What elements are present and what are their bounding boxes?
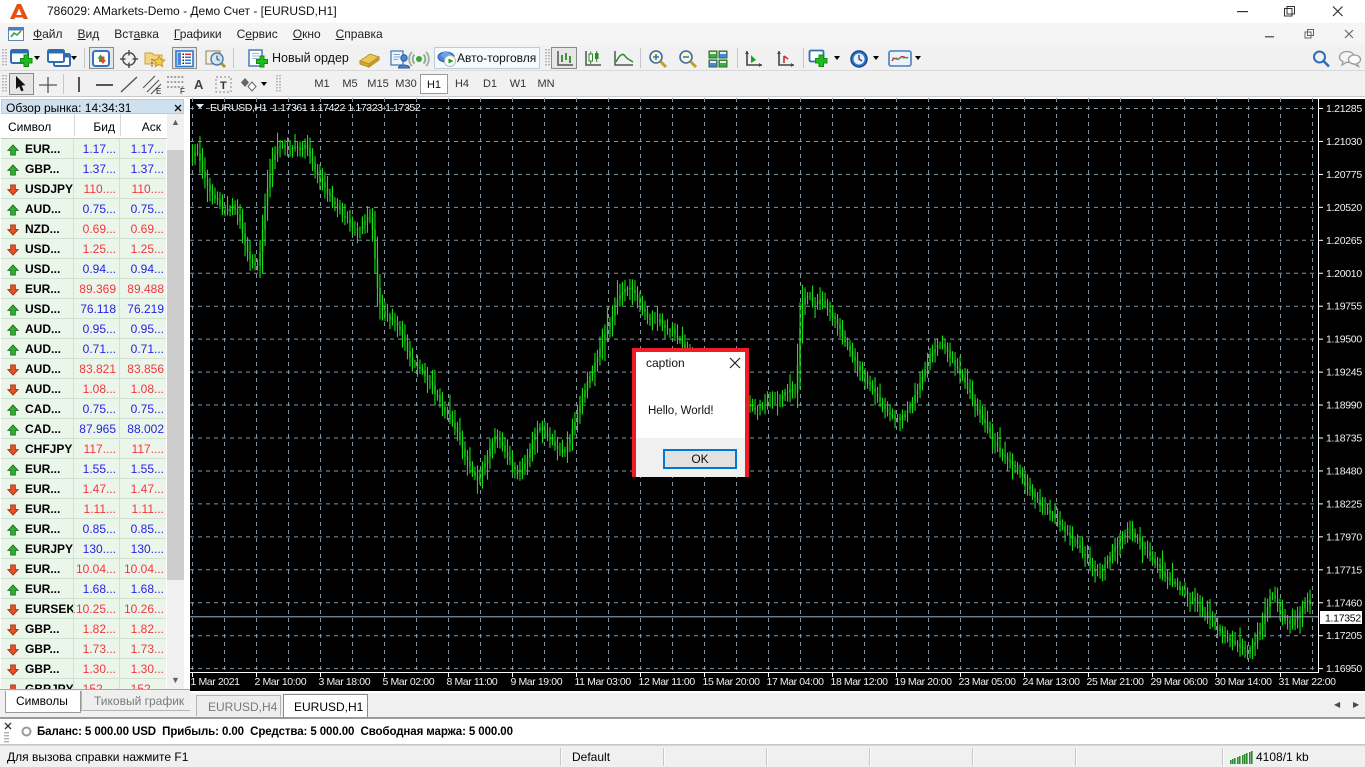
svg-text:15 Mar 20:00: 15 Mar 20:00 [703, 676, 761, 688]
svg-text:24 Mar 13:00: 24 Mar 13:00 [1023, 676, 1081, 688]
svg-text:1.17970: 1.17970 [1326, 531, 1362, 543]
svg-text:1.20010: 1.20010 [1326, 268, 1362, 280]
svg-text:17 Mar 04:00: 17 Mar 04:00 [767, 676, 825, 688]
svg-text:1.20775: 1.20775 [1326, 169, 1362, 181]
svg-text:29 Mar 06:00: 29 Mar 06:00 [1151, 676, 1209, 688]
svg-text:1.18480: 1.18480 [1326, 465, 1362, 477]
svg-text:2 Mar 10:00: 2 Mar 10:00 [255, 676, 307, 688]
svg-text:E: E [156, 87, 161, 95]
svg-text:1.17352: 1.17352 [1325, 612, 1361, 624]
svg-text:5 Mar 02:00: 5 Mar 02:00 [383, 676, 435, 688]
svg-text:12 Mar 11:00: 12 Mar 11:00 [639, 676, 696, 688]
svg-text:25 Mar 21:00: 25 Mar 21:00 [1087, 676, 1145, 688]
svg-text:1.18225: 1.18225 [1326, 498, 1362, 510]
svg-text:1.18990: 1.18990 [1326, 400, 1362, 412]
svg-text:1.19245: 1.19245 [1326, 367, 1362, 379]
svg-text:1.21285: 1.21285 [1326, 103, 1362, 115]
svg-text:9 Mar 19:00: 9 Mar 19:00 [511, 676, 563, 688]
svg-text:F: F [180, 87, 185, 95]
svg-text:1.20520: 1.20520 [1326, 202, 1362, 214]
svg-text:1.19500: 1.19500 [1326, 334, 1362, 346]
svg-text:30 Mar 14:00: 30 Mar 14:00 [1215, 676, 1273, 688]
svg-text:23 Mar 05:00: 23 Mar 05:00 [959, 676, 1017, 688]
svg-text:EURUSD,H1 1.17361 1.17422 1.1: EURUSD,H1 1.17361 1.17422 1.17323 1.1735… [210, 102, 421, 114]
svg-text:1.17205: 1.17205 [1326, 630, 1362, 642]
svg-text:1.17460: 1.17460 [1326, 597, 1362, 609]
svg-text:1.19755: 1.19755 [1326, 301, 1362, 313]
svg-text:19 Mar 20:00: 19 Mar 20:00 [895, 676, 953, 688]
svg-text:11 Mar 03:00: 11 Mar 03:00 [575, 676, 632, 688]
svg-text:8 Mar 11:00: 8 Mar 11:00 [447, 676, 498, 688]
svg-text:1.20265: 1.20265 [1326, 235, 1362, 247]
svg-text:1 Mar 2021: 1 Mar 2021 [191, 676, 241, 688]
svg-text:3 Mar 18:00: 3 Mar 18:00 [319, 676, 371, 688]
svg-text:1.18735: 1.18735 [1326, 433, 1362, 445]
svg-text:1.17715: 1.17715 [1326, 564, 1362, 576]
svg-text:T: T [220, 80, 227, 92]
svg-text:1.16950: 1.16950 [1326, 663, 1362, 675]
svg-text:1.21030: 1.21030 [1326, 136, 1362, 148]
svg-text:18 Mar 12:00: 18 Mar 12:00 [831, 676, 889, 688]
svg-text:31 Mar 22:00: 31 Mar 22:00 [1279, 676, 1337, 688]
